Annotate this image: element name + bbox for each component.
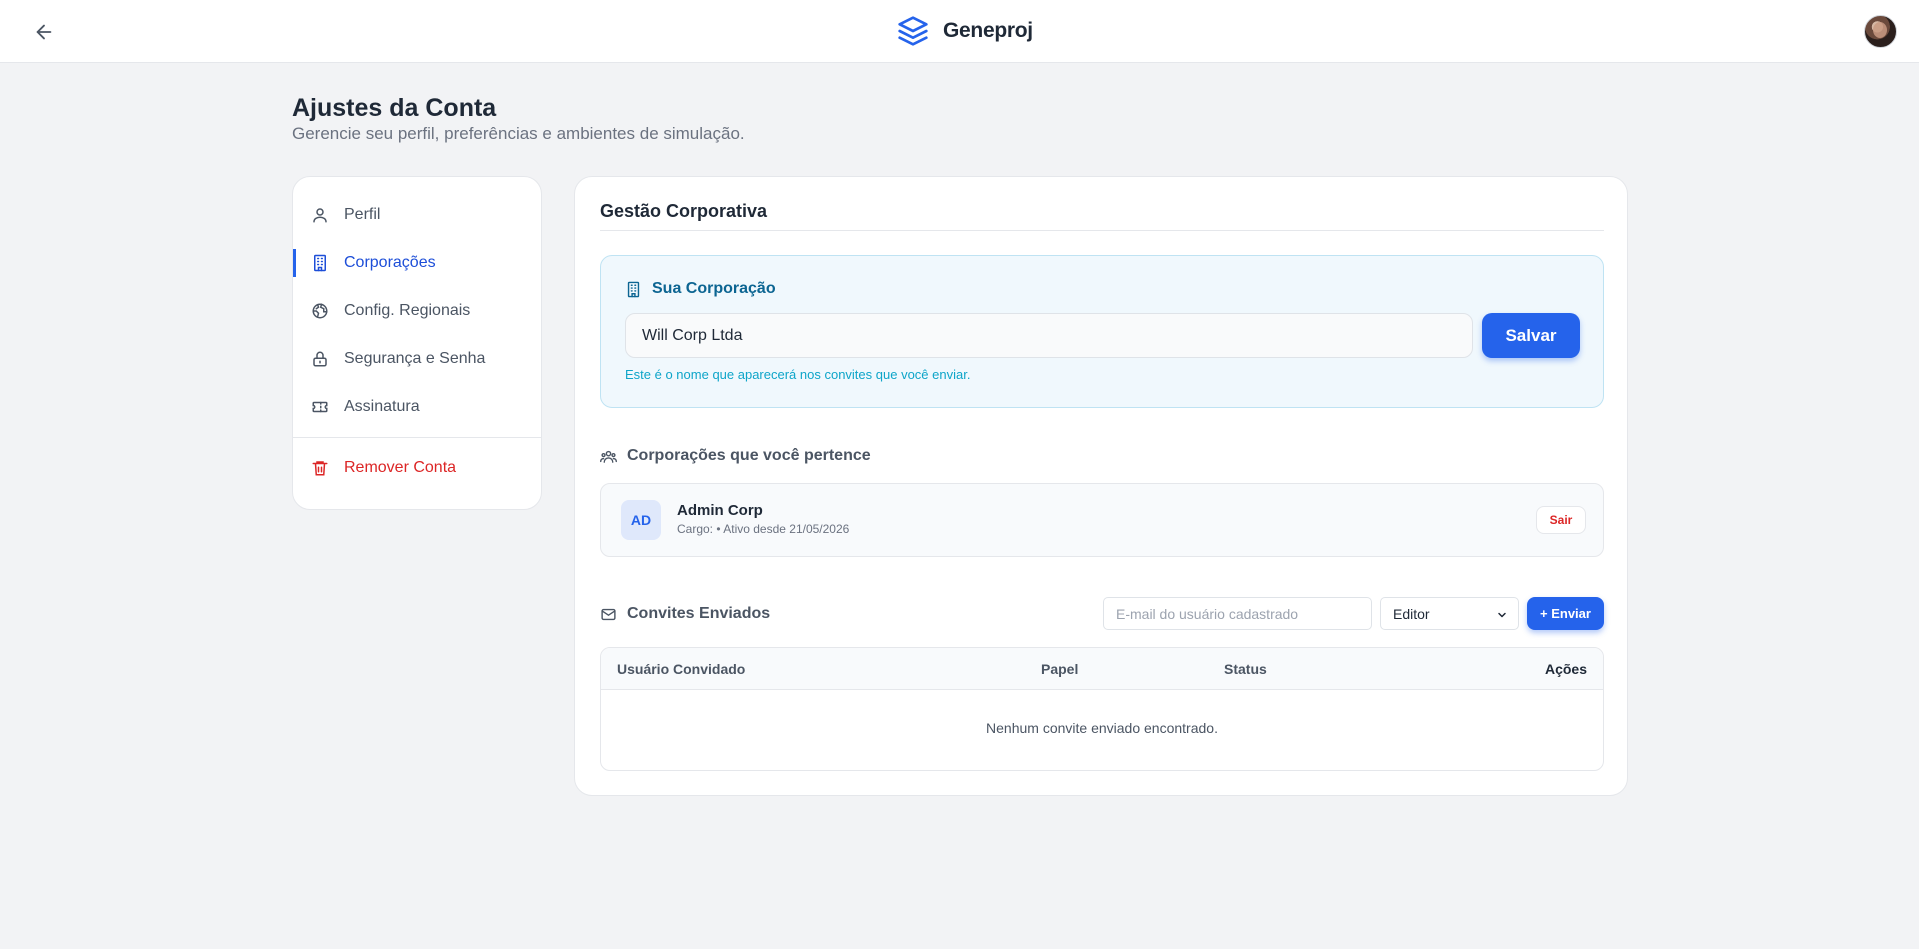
corporation-name: Admin Corp bbox=[677, 502, 763, 519]
ticket-icon bbox=[310, 397, 330, 417]
role-select-value: Editor bbox=[1393, 605, 1430, 622]
user-icon bbox=[310, 205, 330, 225]
users-icon bbox=[600, 450, 617, 463]
invites-heading: Convites Enviados bbox=[600, 605, 770, 623]
invites-title: Convites Enviados bbox=[627, 605, 771, 622]
your-corporation-heading: Sua Corporação bbox=[625, 280, 776, 298]
user-avatar[interactable] bbox=[1864, 15, 1897, 48]
membership-meta: Cargo: • Ativo desde 21/05/2026 bbox=[677, 522, 850, 536]
corporation-name-input[interactable]: Will Corp Ltda bbox=[625, 313, 1473, 358]
column-header: Status bbox=[1224, 661, 1267, 677]
page-subtitle: Gerencie seu perfil, preferências e ambi… bbox=[292, 124, 745, 143]
save-button[interactable]: Salvar bbox=[1482, 313, 1580, 358]
lock-icon bbox=[310, 349, 330, 369]
building-icon bbox=[627, 281, 640, 297]
sidebar-item-config-regionais[interactable]: Config. Regionais bbox=[293, 291, 541, 331]
sidebar-item-label: Segurança e Senha bbox=[344, 350, 486, 367]
top-bar: Geneproj bbox=[0, 0, 1919, 63]
corporation-name-hint: Este é o nome que aparecerá nos convites… bbox=[625, 367, 971, 382]
invite-role-select[interactable]: Editor bbox=[1380, 597, 1519, 630]
globe-icon bbox=[310, 301, 330, 321]
sidebar-item-assinatura[interactable]: Assinatura bbox=[293, 387, 541, 427]
your-corporation-panel: Sua Corporação Will Corp Ltda Salvar Est… bbox=[600, 255, 1604, 408]
empty-state-text: Nenhum convite enviado encontrado. bbox=[986, 720, 1218, 736]
sidebar-item-corporacoes[interactable]: Corporações bbox=[293, 243, 541, 283]
memberships-heading: Corporações que você pertence bbox=[600, 447, 871, 465]
invites-table: Usuário Convidado Papel Status Ações Nen… bbox=[600, 647, 1604, 771]
send-invite-button[interactable]: + Enviar bbox=[1527, 597, 1604, 630]
invite-email-input[interactable]: E-mail do usuário cadastrado bbox=[1103, 597, 1372, 630]
settings-sidebar: Perfil Corporações Config. Regionais Seg… bbox=[292, 176, 542, 510]
sidebar-item-label: Corporações bbox=[344, 254, 436, 271]
arrow-left-icon bbox=[36, 24, 52, 40]
section-divider bbox=[600, 230, 1604, 231]
sidebar-item-label: Perfil bbox=[344, 206, 381, 223]
sidebar-item-seguranca[interactable]: Segurança e Senha bbox=[293, 339, 541, 379]
layers-icon bbox=[898, 16, 928, 46]
page-title: Ajustes da Conta bbox=[292, 94, 497, 122]
section-title: Gestão Corporativa bbox=[600, 201, 768, 221]
your-corporation-title: Sua Corporação bbox=[652, 280, 776, 297]
sidebar-item-label: Config. Regionais bbox=[344, 302, 471, 319]
brand[interactable]: Geneproj bbox=[897, 14, 1033, 48]
sidebar-item-label: Remover Conta bbox=[344, 459, 457, 476]
mail-icon bbox=[601, 608, 616, 620]
sidebar-item-label: Assinatura bbox=[344, 398, 420, 415]
back-button[interactable] bbox=[28, 16, 60, 48]
sidebar-item-remover-conta[interactable]: Remover Conta bbox=[293, 448, 541, 488]
membership-row: AD Admin Corp Cargo: • Ativo desde 21/05… bbox=[600, 483, 1604, 557]
building-icon bbox=[310, 253, 330, 273]
column-header: Usuário Convidado bbox=[617, 661, 746, 677]
memberships-title: Corporações que você pertence bbox=[627, 447, 871, 464]
column-header: Ações bbox=[1544, 661, 1587, 677]
corporate-management-card: Gestão Corporativa Sua Corporação Will C… bbox=[574, 176, 1628, 796]
app-name: Geneproj bbox=[943, 19, 1033, 42]
sidebar-item-perfil[interactable]: Perfil bbox=[293, 195, 541, 235]
trash-icon bbox=[310, 458, 330, 478]
corporation-avatar: AD bbox=[621, 500, 661, 540]
table-header: Usuário Convidado Papel Status Ações bbox=[601, 648, 1603, 690]
column-header: Papel bbox=[1041, 661, 1079, 677]
leave-corporation-button[interactable]: Sair bbox=[1536, 506, 1586, 534]
chevron-down-icon bbox=[1498, 612, 1506, 618]
sidebar-divider bbox=[293, 437, 541, 438]
